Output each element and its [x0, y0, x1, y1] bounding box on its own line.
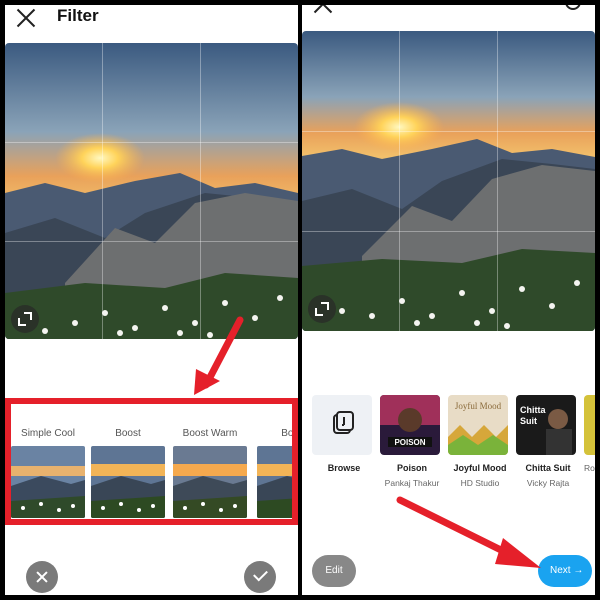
album-art [584, 395, 595, 455]
grid-line [302, 131, 595, 132]
grid-line [302, 231, 595, 232]
close-icon[interactable] [312, 5, 334, 15]
filter-item[interactable]: Simple Cool [11, 404, 85, 519]
sparkle-icon[interactable] [530, 5, 546, 11]
cancel-button[interactable] [26, 561, 58, 593]
album-art-text: POISON [394, 438, 426, 447]
edit-button[interactable]: Edit [312, 555, 356, 587]
filter-label: Boost [115, 428, 141, 439]
album-art: Joyful Mood [448, 395, 508, 455]
page-title: Filter [57, 6, 99, 25]
track-poison[interactable]: POISON Poison Pankaj Thakur [380, 395, 444, 488]
filter-item[interactable]: Boost [257, 404, 294, 519]
album-art: POISON [380, 395, 440, 455]
track-name: Joyful Mood [453, 463, 507, 473]
grid-line [200, 43, 201, 339]
photo-preview [302, 31, 595, 331]
grid-line [399, 31, 400, 331]
album-art: Chitta Suit [516, 395, 576, 455]
track-name: Chitta Suit [525, 463, 571, 473]
track-name: Browse [327, 463, 361, 473]
filter-label: Boost [281, 428, 294, 439]
track-partial[interactable]: Ro [584, 395, 595, 473]
next-button[interactable]: Next → [538, 555, 592, 587]
grid-line [5, 142, 298, 143]
filter-thumbnail[interactable] [173, 446, 247, 518]
album-art-text: Chitta Suit [520, 405, 546, 426]
track-artist: Ro [584, 463, 595, 473]
track-artist: HD Studio [460, 478, 500, 488]
grid-line [5, 241, 298, 242]
music-screen: Browse POISON Poison Pankaj Thakur Joyfu… [302, 5, 595, 595]
track-artist: Vicky Rajta [526, 478, 570, 488]
grid-line [102, 43, 103, 339]
browse-tile[interactable] [312, 395, 372, 455]
track-name: Poison [396, 463, 427, 473]
close-icon[interactable] [15, 7, 37, 29]
landscape-image [302, 31, 595, 331]
track-chitta-suit[interactable]: Chitta Suit Chitta Suit Vicky Rajta [516, 395, 580, 488]
track-artist: Pankaj Thakur [384, 478, 440, 488]
expand-icon[interactable] [11, 305, 39, 333]
filter-thumbnail[interactable] [257, 446, 292, 518]
sticker-icon[interactable] [564, 5, 582, 11]
filter-label: Boost Warm [182, 428, 238, 439]
confirm-button[interactable] [244, 561, 276, 593]
landscape-image [5, 43, 298, 339]
expand-icon[interactable] [308, 295, 336, 323]
filter-thumbnail[interactable] [91, 446, 165, 518]
photo-preview [5, 43, 298, 339]
track-joyful-mood[interactable]: Joyful Mood Joyful Mood HD Studio [448, 395, 512, 488]
filter-item[interactable]: Boost [91, 404, 165, 519]
filter-item[interactable]: Boost Warm [173, 404, 247, 519]
grid-line [497, 31, 498, 331]
filter-strip: Simple Cool Boost Boost Warm Boost [5, 398, 298, 525]
album-art-text: Joyful Mood [454, 401, 502, 411]
top-bar: Filter [5, 5, 298, 43]
filter-label: Simple Cool [21, 428, 75, 439]
filter-screen: Filter Simple Cool Boost Boost Warm Bo [5, 5, 298, 595]
filter-thumbnail[interactable] [11, 446, 85, 518]
track-browse[interactable]: Browse [312, 395, 376, 473]
